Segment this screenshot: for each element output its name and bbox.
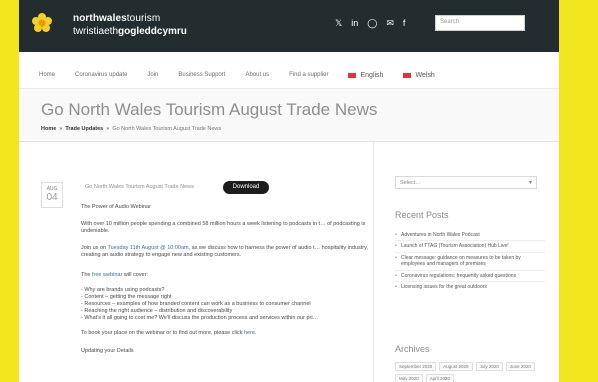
bullet-icon: •	[395, 232, 397, 238]
divider	[19, 141, 559, 142]
list-item: - What's it all going to cost me? We'll …	[81, 315, 319, 321]
lang-english-link[interactable]: English	[348, 72, 383, 79]
list-item: - Reaching the right audience – distribu…	[81, 308, 233, 314]
recent-post-item[interactable]: • Clear message: guidance on measures to …	[395, 251, 545, 270]
nav-item-business-support[interactable]: Business Support	[178, 72, 225, 78]
section-heading: Updating your Details	[81, 348, 134, 354]
archive-select[interactable]: Select… ▾	[395, 176, 537, 189]
nav-item-home[interactable]: Home	[39, 72, 55, 78]
archive-month-link[interactable]: August 2020	[439, 362, 473, 371]
flag-icon	[403, 72, 412, 78]
twitter-icon[interactable]: 𝕏	[335, 16, 342, 30]
brand-name-welsh[interactable]: twristiaethgogleddcymru	[73, 26, 187, 37]
brand-name-english[interactable]: northwalestourism	[73, 13, 160, 24]
recent-post-item[interactable]: • Licensing issues for the great outdoors	[395, 281, 545, 292]
webinar-topics-list: - Why are brands using podcasts? - Conte…	[81, 287, 371, 322]
nav-item-coronavirus[interactable]: Coronavirus update	[75, 72, 127, 78]
list-item: - Content – getting the message right	[81, 294, 172, 300]
instagram-icon[interactable]: ◯	[367, 16, 377, 30]
email-icon[interactable]: ✉	[386, 16, 394, 30]
divider	[373, 142, 374, 382]
archive-month-link[interactable]: April 2020	[425, 374, 455, 382]
paragraph: The free webinar will cover:	[81, 272, 148, 278]
nav-item-join[interactable]: Join	[147, 72, 158, 78]
post-day: 04	[46, 192, 58, 203]
bullet-icon: •	[395, 243, 397, 250]
lang-welsh-link[interactable]: Welsh	[403, 72, 435, 79]
archive-month-link[interactable]: July 2020	[475, 362, 503, 371]
recent-posts-list: • Adventures in North Wales Podcast • Laun…	[395, 230, 545, 292]
chevron-down-icon: ▾	[528, 180, 532, 186]
event-date-link[interactable]: Tuesday 11th August @ 10:00am,	[108, 245, 191, 251]
main-nav: Home Coronavirus update Join Business Su…	[19, 66, 559, 84]
archive-months: September 2020 August 2020 July 2020 Jun…	[395, 362, 545, 382]
site-header: northwalestourism twristiaethgogleddcymr…	[19, 0, 559, 52]
social-links: 𝕏 in ◯ ✉ f	[335, 16, 405, 30]
intro-heading: The Power of Audio Webinar	[81, 204, 151, 210]
breadcrumb-current: Go North Wales Tourism August Trade News	[112, 126, 222, 132]
daffodil-logo-icon[interactable]	[31, 12, 53, 34]
webinar-link[interactable]: free webinar	[92, 272, 122, 278]
recent-post-item[interactable]: • Launch of TTAG (Tourism Association) Hu…	[395, 240, 545, 251]
archive-month-link[interactable]: September 2020	[395, 362, 437, 371]
facebook-icon[interactable]: f	[403, 16, 406, 30]
archive-month-link[interactable]: June 2020	[505, 362, 535, 371]
list-item: - Why are brands using podcasts?	[81, 287, 165, 293]
paragraph: Join us on Tuesday 11th August @ 10:00am…	[81, 245, 368, 258]
recent-post-item[interactable]: • Coronavirus regulations: frequently ask…	[395, 269, 545, 281]
download-button[interactable]: Download	[223, 181, 269, 194]
post-date: AUG 04	[41, 182, 63, 208]
recent-posts-heading: Recent Posts	[395, 210, 449, 220]
archives-heading: Archives	[395, 344, 430, 354]
paragraph: To book your place on the webinar or to …	[81, 330, 257, 336]
recent-post-item[interactable]: • Adventures in North Wales Podcast	[395, 230, 545, 240]
list-item: - Resources – examples of how branded co…	[81, 301, 311, 307]
page-frame: northwalestourism twristiaethgogleddcymr…	[19, 0, 559, 382]
search-input[interactable]: Search	[435, 15, 525, 31]
post-title[interactable]: Go North Wales Tourism August Trade News	[85, 184, 194, 190]
paragraph: With over 10 million people spending a c…	[81, 221, 366, 234]
archive-month-link[interactable]: May 2020	[395, 374, 423, 382]
page-title: Go North Wales Tourism August Trade News	[41, 100, 378, 119]
bullet-icon: •	[395, 254, 397, 261]
flag-icon	[348, 72, 357, 78]
breadcrumb-home[interactable]: Home	[41, 126, 56, 132]
breadcrumb-separator: »	[59, 126, 63, 132]
bullet-icon: •	[395, 284, 397, 291]
breadcrumb: Home » Trade Updates » Go North Wales To…	[41, 126, 221, 132]
linkedin-icon[interactable]: in	[351, 16, 358, 30]
book-here-link[interactable]: here	[244, 330, 255, 336]
breadcrumb-separator: »	[106, 126, 110, 132]
nav-item-about[interactable]: About us	[245, 72, 269, 78]
breadcrumb-section[interactable]: Trade Updates	[65, 126, 103, 132]
bullet-icon: •	[395, 272, 397, 279]
nav-item-find-supplier[interactable]: Find a supplier	[289, 72, 328, 78]
